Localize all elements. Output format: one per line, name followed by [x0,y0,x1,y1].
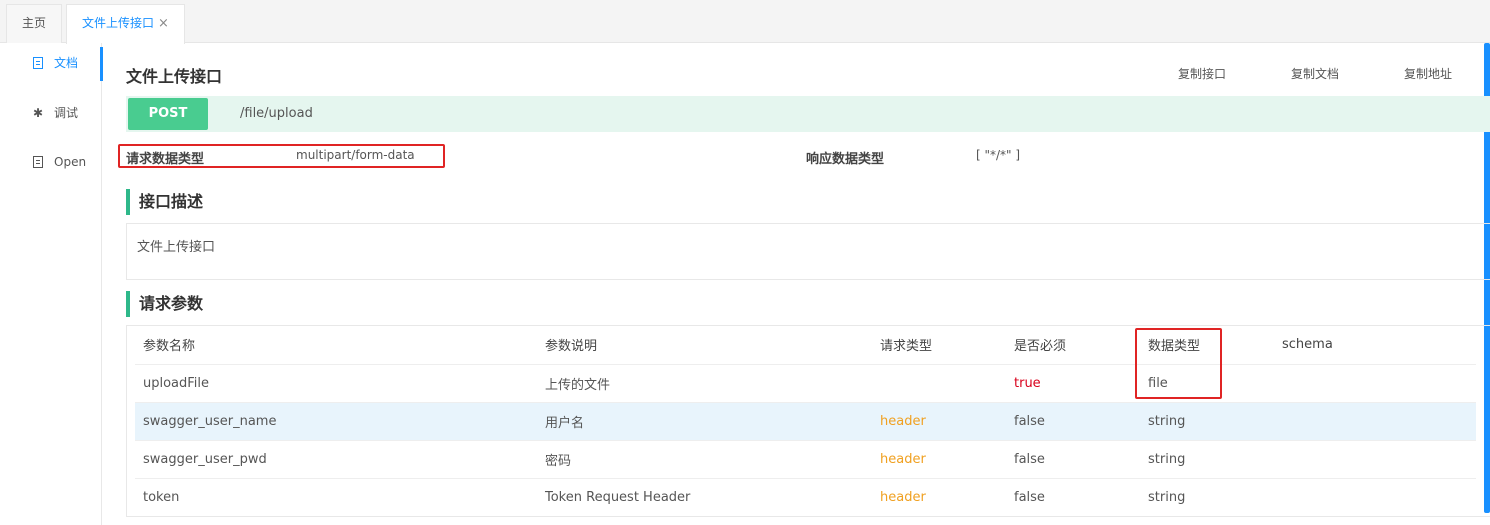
highlight-box-request-type [118,144,445,168]
table-row[interactable]: token Token Request Header header false … [135,478,1476,516]
param-name: uploadFile [135,364,537,402]
param-name: token [135,478,537,516]
param-type: string [1140,440,1274,478]
param-in: header [872,478,1006,516]
method-bar: POST /file/upload [126,96,1490,132]
param-desc: 用户名 [537,402,872,440]
description-heading: 接口描述 [126,189,203,215]
param-schema [1274,440,1476,478]
close-icon[interactable]: × [158,16,169,31]
param-desc: 上传的文件 [537,364,872,402]
param-required: true [1006,364,1140,402]
params-table: 参数名称 参数说明 请求类型 是否必须 数据类型 schema uploadFi… [135,326,1476,516]
params-heading: 请求参数 [126,291,203,317]
param-name: swagger_user_pwd [135,440,537,478]
main-content: 文件上传接口 复制接口 复制文档 复制地址 POST /file/upload … [102,43,1490,525]
param-schema [1274,364,1476,402]
tab-file-upload-label: 文件上传接口 [82,16,154,30]
column-header: 参数名称 [135,326,537,364]
tab-file-upload[interactable]: 文件上传接口 × [66,4,185,44]
sidebar: 文档 ✱ 调试 Open [0,43,102,525]
param-required: false [1006,440,1140,478]
param-name: swagger_user_name [135,402,537,440]
param-in: header [872,402,1006,440]
param-desc: Token Request Header [537,478,872,516]
column-header: 请求类型 [872,326,1006,364]
param-in [872,364,1006,402]
copy-api-button[interactable]: 复制接口 [1178,65,1226,82]
param-schema [1274,478,1476,516]
description-box: 文件上传接口 [126,223,1490,280]
page-title: 文件上传接口 [126,63,222,87]
table-row[interactable]: swagger_user_pwd 密码 header false string [135,440,1476,478]
method-badge: POST [128,98,208,130]
table-header-row: 参数名称 参数说明 请求类型 是否必须 数据类型 schema [135,326,1476,364]
param-schema [1274,402,1476,440]
tab-bar: 主页 文件上传接口 × [0,0,1490,43]
bug-icon: ✱ [31,95,45,131]
sidebar-item-label: 调试 [54,95,78,131]
param-in: header [872,440,1006,478]
param-desc: 密码 [537,440,872,478]
param-required: false [1006,402,1140,440]
sidebar-item-open[interactable]: Open [0,144,102,180]
table-row[interactable]: swagger_user_name 用户名 header false strin… [135,402,1476,440]
table-row[interactable]: uploadFile 上传的文件 true file [135,364,1476,402]
highlight-box-data-type [1135,328,1222,399]
sidebar-item-doc[interactable]: 文档 [0,45,102,81]
document-icon [31,45,45,81]
param-type: string [1140,478,1274,516]
params-table-box: 参数名称 参数说明 请求类型 是否必须 数据类型 schema uploadFi… [126,325,1490,517]
param-required: false [1006,478,1140,516]
copy-doc-button[interactable]: 复制文档 [1291,65,1339,82]
response-content-type-label: 响应数据类型 [806,148,884,167]
column-header: 是否必须 [1006,326,1140,364]
file-icon [31,144,45,180]
sidebar-item-label: 文档 [54,45,78,81]
sidebar-item-debug[interactable]: ✱ 调试 [0,95,102,131]
param-type: string [1140,402,1274,440]
tab-home[interactable]: 主页 [6,4,62,43]
tab-home-label: 主页 [22,16,46,30]
response-content-type-value: [ "*/*" ] [976,148,1020,162]
endpoint-path: /file/upload [240,96,313,132]
column-header: 参数说明 [537,326,872,364]
sidebar-item-label: Open [54,144,86,180]
column-header: schema [1274,326,1476,364]
description-text: 文件上传接口 [137,236,215,255]
copy-url-button[interactable]: 复制地址 [1404,65,1452,82]
